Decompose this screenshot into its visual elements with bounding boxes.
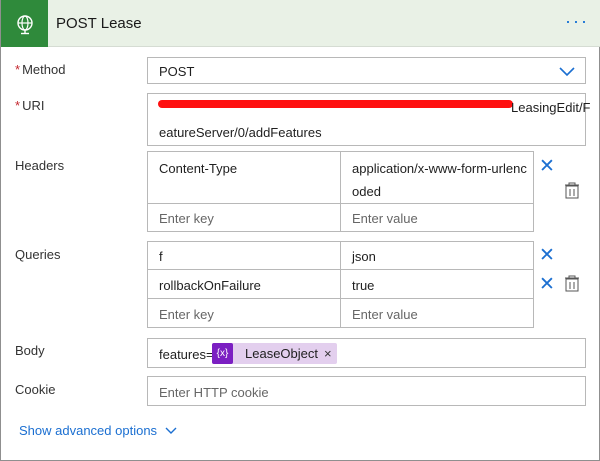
body-prefix: features= (159, 347, 214, 362)
show-advanced-options-link[interactable]: Show advanced options (19, 423, 177, 438)
action-title: POST Lease (56, 15, 142, 32)
uri-input[interactable]: LeasingEdit/F eatureServer/0/addFeatures (147, 93, 591, 146)
header-key: Content-Type (159, 161, 238, 176)
query-value-true: true (352, 278, 375, 293)
query-new-key-cell[interactable]: Enter key (147, 298, 341, 328)
query-value-cell[interactable]: json (340, 241, 534, 270)
header-value-cell[interactable]: application/x-www-form-urlenc oded (340, 151, 534, 204)
globe-icon (1, 0, 48, 47)
token-label: LeaseObject (245, 346, 318, 361)
switch-text-mode-icon[interactable] (564, 275, 580, 292)
switch-text-mode-icon[interactable] (564, 182, 580, 199)
query-key-f: f (159, 249, 163, 264)
header-key-cell[interactable]: Content-Type (147, 151, 341, 204)
query-value-cell[interactable]: true (340, 269, 534, 299)
chevron-down-icon (559, 67, 575, 77)
body-label: Body (15, 343, 45, 358)
advanced-label: Show advanced options (19, 423, 158, 438)
remove-token-icon[interactable]: × (324, 346, 337, 361)
header-value-line2: oded (352, 184, 381, 199)
chevron-down-icon (165, 427, 177, 434)
variable-icon: {x} (212, 343, 233, 364)
remove-query-f-icon[interactable]: ✕ (539, 246, 555, 265)
query-value-placeholder: Enter value (352, 307, 418, 322)
remove-query-rollback-icon[interactable]: ✕ (539, 275, 555, 294)
method-value: POST (159, 64, 195, 79)
queries-label: Queries (15, 247, 61, 262)
query-key-rollback: rollbackOnFailure (159, 278, 261, 293)
header-key-placeholder: Enter key (159, 211, 214, 226)
card-header[interactable]: POST Lease ··· (1, 0, 600, 47)
headers-label: Headers (15, 158, 65, 173)
http-action-card: POST Lease ··· * Method POST * URI Leasing… (0, 0, 600, 461)
more-options-icon[interactable]: ··· (565, 11, 589, 32)
header-value-placeholder: Enter value (352, 211, 418, 226)
query-key-cell[interactable]: f (147, 241, 341, 270)
remove-header-icon[interactable]: ✕ (539, 157, 555, 176)
header-new-value-cell[interactable]: Enter value (340, 203, 534, 232)
uri-label: * URI (15, 98, 45, 113)
uri-line2: eatureServer/0/addFeatures (159, 125, 322, 140)
header-value-line1: application/x-www-form-urlenc (352, 161, 527, 176)
query-value-json: json (352, 249, 376, 264)
cookie-label: Cookie (15, 382, 56, 397)
header-new-key-cell[interactable]: Enter key (147, 203, 341, 232)
redaction-mark (158, 100, 513, 108)
cookie-input[interactable]: Enter HTTP cookie (147, 376, 586, 406)
query-key-cell[interactable]: rollbackOnFailure (147, 269, 341, 299)
method-select[interactable]: POST (147, 57, 586, 84)
cookie-placeholder: Enter HTTP cookie (159, 385, 269, 400)
uri-line1: LeasingEdit/F (511, 100, 591, 115)
query-new-value-cell[interactable]: Enter value (340, 298, 534, 328)
method-label: * Method (15, 62, 66, 77)
dynamic-content-token[interactable]: {x} LeaseObject × (212, 343, 337, 364)
body-input[interactable]: features= {x} LeaseObject × (147, 338, 586, 368)
query-key-placeholder: Enter key (159, 307, 214, 322)
